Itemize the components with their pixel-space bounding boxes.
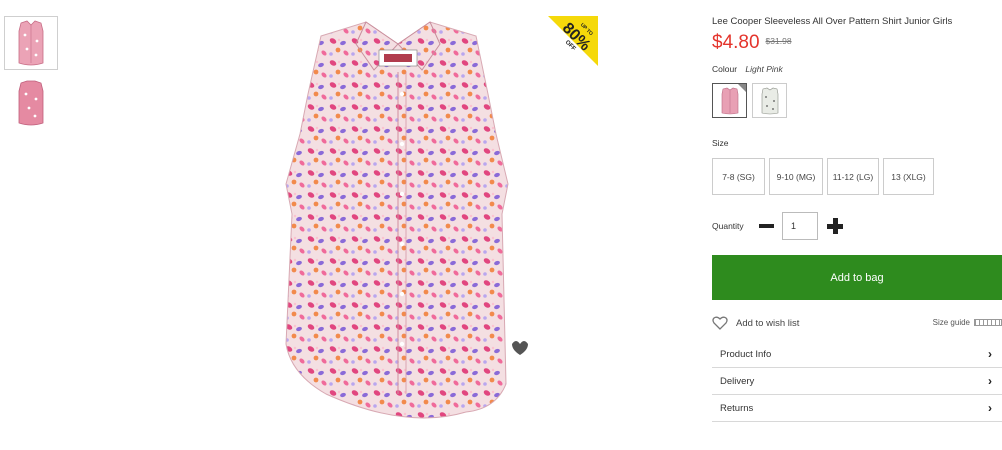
quantity-label: Quantity bbox=[712, 221, 744, 231]
size-guide-label: Size guide bbox=[932, 318, 970, 327]
quantity-increase-button[interactable] bbox=[827, 212, 845, 240]
product-title: Lee Cooper Sleeveless All Over Pattern S… bbox=[712, 16, 953, 27]
size-label: Size bbox=[712, 138, 729, 148]
heart-outline-icon bbox=[712, 316, 728, 330]
swatch-light-pink[interactable] bbox=[712, 83, 747, 118]
chevron-right-icon: › bbox=[988, 374, 992, 388]
accordion-delivery[interactable]: Delivery › bbox=[712, 368, 1002, 395]
colour-swatches bbox=[712, 83, 787, 118]
add-to-wish-list-link[interactable]: Add to wish list bbox=[712, 316, 799, 330]
accordion-label: Delivery bbox=[720, 375, 755, 387]
price-row: $4.80 $31.98 bbox=[712, 32, 792, 54]
minus-icon bbox=[758, 224, 774, 228]
thumbnail-back[interactable] bbox=[4, 76, 58, 130]
thumbnail-gallery bbox=[4, 16, 60, 136]
size-option-11-12[interactable]: 11-12 (LG) bbox=[827, 158, 879, 195]
size-option-13[interactable]: 13 (XLG) bbox=[883, 158, 934, 195]
swatch-white-pattern[interactable] bbox=[752, 83, 787, 118]
colour-label: Colour bbox=[712, 64, 738, 74]
accordion-label: Returns bbox=[720, 402, 754, 414]
colour-value: Light Pink bbox=[745, 64, 783, 74]
accordion-product-info[interactable]: Product Info › bbox=[712, 341, 1002, 368]
add-to-bag-button[interactable]: Add to bag bbox=[712, 255, 1002, 300]
thumbnail-front[interactable] bbox=[4, 16, 58, 70]
quantity-row: Quantity 1 bbox=[712, 212, 845, 240]
accordion-label: Product Info bbox=[720, 348, 772, 360]
size-option-7-8[interactable]: 7-8 (SG) bbox=[712, 158, 765, 195]
ruler-icon bbox=[974, 319, 1002, 326]
accordion-returns[interactable]: Returns › bbox=[712, 395, 1002, 422]
quantity-input[interactable]: 1 bbox=[782, 212, 818, 240]
size-guide-link[interactable]: Size guide bbox=[933, 318, 1002, 327]
size-option-9-10[interactable]: 9-10 (MG) bbox=[769, 158, 823, 195]
discount-badge: UP TO 80% OFF bbox=[536, 16, 598, 78]
size-options: 7-8 (SG) 9-10 (MG) 11-12 (LG) 13 (XLG) bbox=[712, 158, 934, 195]
was-price: $31.98 bbox=[765, 36, 792, 46]
colour-row: Colour Light Pink bbox=[712, 64, 783, 74]
chevron-right-icon: › bbox=[988, 401, 992, 415]
current-price: $4.80 bbox=[712, 32, 760, 53]
wish-list-label: Add to wish list bbox=[736, 317, 800, 329]
quantity-decrease-button[interactable] bbox=[758, 212, 774, 240]
chevron-right-icon: › bbox=[988, 347, 992, 361]
